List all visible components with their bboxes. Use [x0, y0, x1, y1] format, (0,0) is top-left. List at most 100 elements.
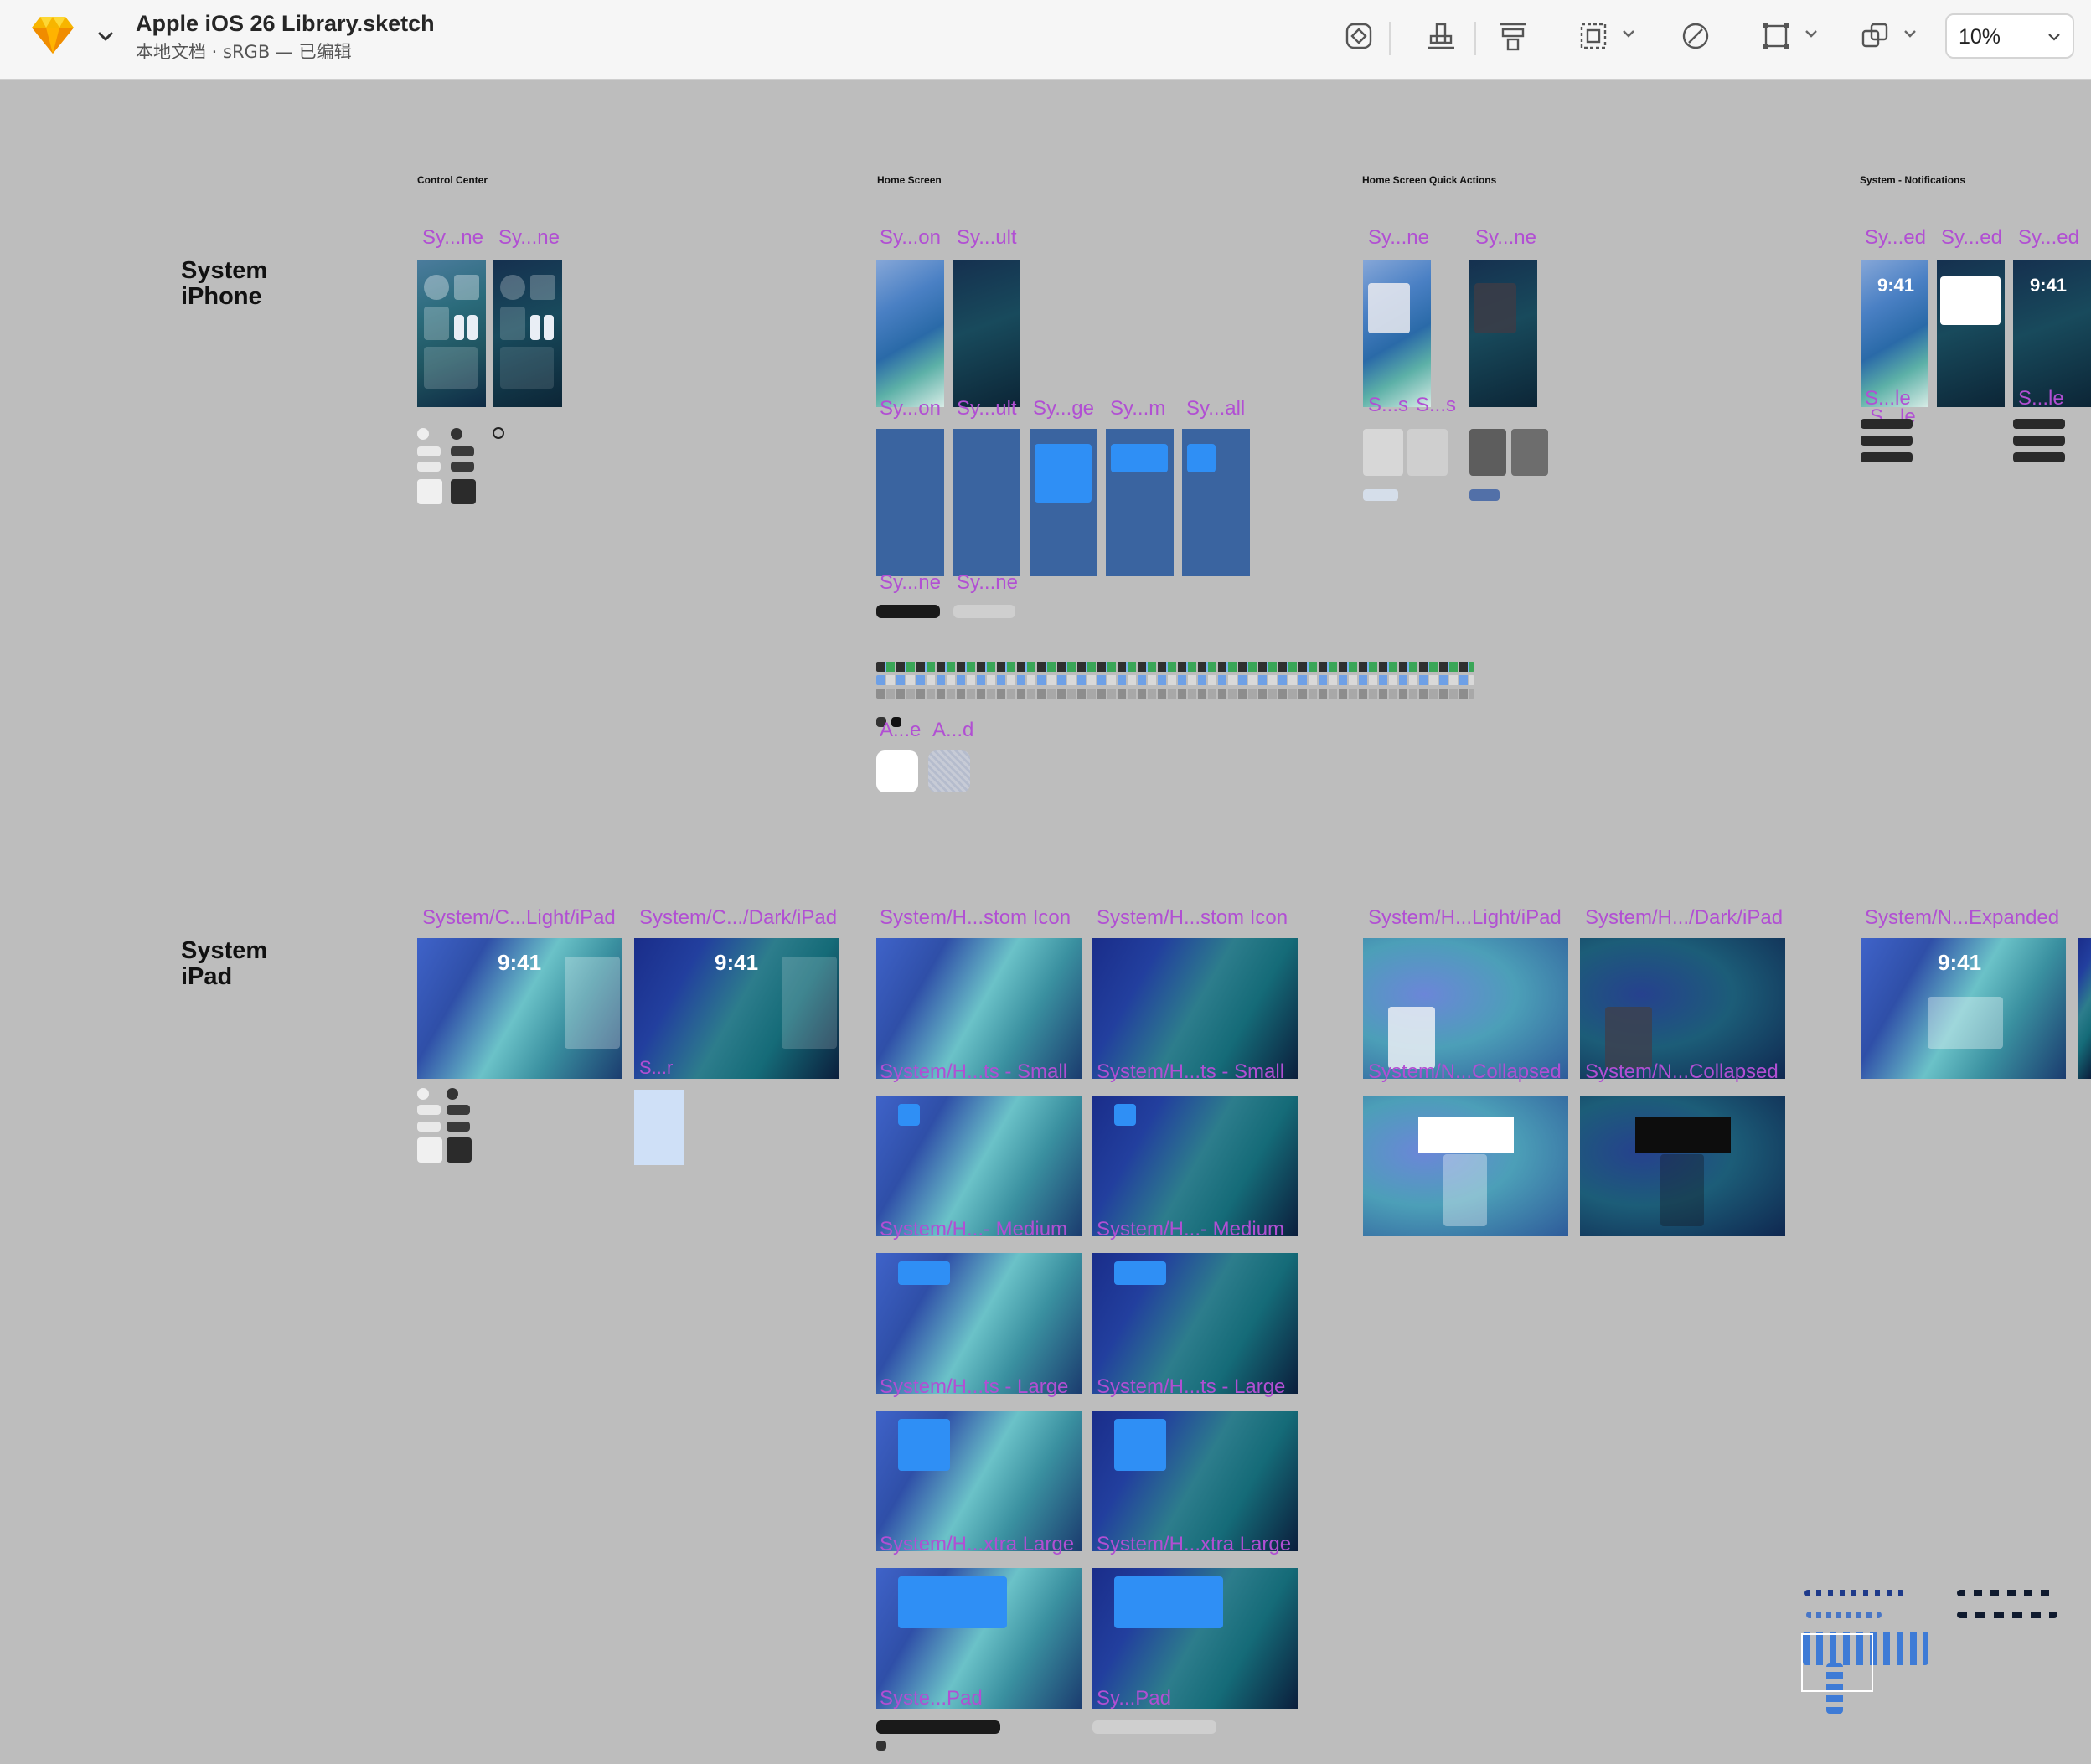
artboard-label[interactable]: Sy...ed — [1941, 226, 2002, 250]
artboard-label[interactable]: Sy...ne — [1475, 226, 1536, 250]
artboard-notifications-light[interactable]: 9:41 — [1861, 260, 1928, 407]
artboard-ipad-home-widgets-small-dark[interactable] — [1092, 1096, 1298, 1236]
dock-component-light[interactable] — [953, 605, 1015, 618]
artboard-label[interactable]: System/H...- Medium — [880, 1218, 1067, 1241]
artboard-ipad-notifications-collapsed-dark[interactable] — [1580, 1096, 1785, 1236]
artboard-label[interactable]: System/H...ts - Small — [880, 1060, 1067, 1084]
artboard-home-widget-large[interactable] — [1030, 429, 1097, 576]
app-icon-library-row[interactable] — [876, 662, 1474, 672]
artboard-ipad-control-center-dark[interactable]: 9:41 S...r — [634, 938, 839, 1079]
app-icon-library-row[interactable] — [876, 689, 1474, 699]
artboard-label[interactable]: Sy...ne — [1368, 226, 1429, 250]
component-pill-light[interactable] — [417, 446, 441, 456]
notification-pill-dark[interactable] — [2013, 452, 2065, 462]
artboard-label[interactable]: Sy...ed — [2018, 226, 2079, 250]
artboard-label[interactable]: System/C.../Dark/iPad — [639, 906, 837, 930]
chevron-down-icon[interactable] — [1801, 23, 1821, 44]
artboard-home-widget-small[interactable] — [1182, 429, 1250, 576]
component-pill-light[interactable] — [417, 462, 441, 472]
artboard-home-screen-light[interactable] — [876, 260, 944, 407]
artboard-label[interactable]: System/H...ts - Large — [1097, 1375, 1285, 1399]
quick-action-card-dark[interactable] — [1511, 429, 1548, 476]
resize-artboard-button[interactable] — [1753, 15, 1799, 57]
artboard-label[interactable]: System/N...Collapsed — [1585, 1060, 1779, 1084]
artboard-label[interactable]: System/H...xtra Large — [1097, 1533, 1291, 1556]
component-tile-dark[interactable] — [451, 479, 476, 504]
vector-edit-button[interactable] — [1672, 15, 1719, 57]
artboard-label[interactable]: Sy...ne — [880, 571, 941, 595]
artboard-label[interactable]: A...d — [932, 719, 973, 742]
artboard-label[interactable]: System/C...Light/iPad — [422, 906, 616, 930]
dock-component-dark[interactable] — [876, 605, 940, 618]
component-pill-light[interactable] — [417, 1105, 441, 1115]
component-pill-light[interactable] — [417, 1122, 441, 1132]
artboard-label[interactable]: System/H...xtra Large — [880, 1533, 1074, 1556]
artboard-label[interactable]: Sy...on — [880, 397, 941, 420]
quick-action-card-light[interactable] — [1363, 429, 1403, 476]
component-tile-light[interactable] — [417, 1137, 442, 1163]
zoom-select[interactable]: 10% — [1945, 13, 2074, 59]
artboard-label[interactable]: System/H.../Dark/iPad — [1585, 906, 1783, 930]
app-icon-template-light[interactable] — [876, 750, 918, 792]
artboard-label[interactable]: Sy...ne — [957, 571, 1018, 595]
canvas[interactable]: Control Center Home Screen Home Screen Q… — [0, 80, 2091, 1764]
artboard-control-center-light[interactable] — [417, 260, 486, 407]
boolean-union-button[interactable] — [1570, 15, 1617, 57]
notification-pill-dark[interactable] — [2013, 419, 2065, 429]
artboard-label[interactable]: S...s — [1416, 394, 1456, 417]
artboard-ipad-quick-actions-dark[interactable] — [1580, 938, 1785, 1079]
component-pill-dark[interactable] — [447, 1105, 470, 1115]
component-pill-dark[interactable] — [451, 446, 474, 456]
component-pill-dark[interactable] — [447, 1122, 470, 1132]
artboard-label[interactable]: System/H...ts - Large — [880, 1375, 1068, 1399]
chevron-down-icon[interactable] — [1619, 23, 1639, 44]
artboard-ipad-notifications-collapsed-light[interactable] — [1363, 1096, 1568, 1236]
artboard-label[interactable]: Sy...ge — [1033, 397, 1094, 420]
chevron-down-icon[interactable] — [90, 22, 121, 52]
component-tile-dark[interactable] — [447, 1137, 472, 1163]
artboard-ipad-home-widgets-medium-light[interactable] — [876, 1253, 1082, 1394]
arrange-button[interactable] — [1851, 15, 1898, 57]
artboard-label[interactable]: S...le — [2018, 387, 2064, 410]
canvas-minimap[interactable] — [1773, 1580, 2091, 1747]
artboard-ipad-home-custom-icon-light[interactable] — [876, 938, 1082, 1079]
artboard-label[interactable]: System/N...Collapsed — [1368, 1060, 1562, 1084]
artboard-label[interactable]: S...s — [1368, 394, 1408, 417]
artboard-ipad-home-widgets-medium-dark[interactable] — [1092, 1253, 1298, 1394]
artboard-ipad-notifications-expanded-light[interactable]: 9:41 — [1861, 938, 2066, 1079]
app-icon-asset[interactable] — [876, 1741, 886, 1751]
component-toggle-dark[interactable] — [451, 428, 462, 440]
artboard-label[interactable]: Sy...Pad — [1097, 1687, 1171, 1710]
artboard-home-widget-medium[interactable] — [1106, 429, 1174, 576]
notification-pill-dark[interactable] — [2013, 436, 2065, 446]
artboard-label[interactable]: Sy...ne — [498, 226, 560, 250]
artboard-ipad-notifications-expanded-dark[interactable] — [2078, 938, 2091, 1079]
distribute-button[interactable] — [1490, 15, 1536, 57]
minimap-viewport[interactable] — [1801, 1633, 1873, 1692]
artboard-label[interactable]: System/H...stom Icon — [880, 906, 1071, 930]
artboard-ipad-home-widgets-small-light[interactable] — [876, 1096, 1082, 1236]
notification-pill-dark[interactable] — [1861, 436, 1913, 446]
artboard-label[interactable]: Sy...m — [1110, 397, 1165, 420]
artboard-ipad-home-custom-icon-dark[interactable] — [1092, 938, 1298, 1079]
artboard-label[interactable]: Sy...ne — [422, 226, 483, 250]
artboard-label[interactable]: Syste...Pad — [880, 1687, 983, 1710]
notification-pill-dark[interactable] — [1861, 452, 1913, 462]
notification-pill-dark[interactable] — [1861, 419, 1913, 429]
align-bottom-button[interactable] — [1417, 15, 1464, 57]
chevron-down-icon[interactable] — [1900, 23, 1920, 44]
artboard-quick-actions-dark[interactable] — [1469, 260, 1537, 407]
quick-action-row[interactable] — [1469, 489, 1500, 501]
component-toggle-light[interactable] — [417, 428, 429, 440]
ipad-dock-component-light[interactable] — [1092, 1720, 1216, 1734]
artboard-label[interactable]: S...r — [639, 1057, 673, 1079]
artboard-notifications-sheet[interactable] — [1937, 260, 2005, 407]
artboard-label[interactable]: System/H...- Medium — [1097, 1218, 1284, 1241]
artboard-label[interactable]: Sy...on — [880, 226, 941, 250]
artboard-home-screen-dark[interactable] — [953, 260, 1020, 407]
artboard-label[interactable]: Sy...ed — [1865, 226, 1926, 250]
artboard-label[interactable]: Sy...ult — [957, 397, 1017, 420]
artboard-label[interactable]: Sy...ult — [957, 226, 1017, 250]
artboard-ipad-home-widgets-large-light[interactable] — [876, 1411, 1082, 1551]
artboard-label[interactable]: System/H...ts - Small — [1097, 1060, 1284, 1084]
